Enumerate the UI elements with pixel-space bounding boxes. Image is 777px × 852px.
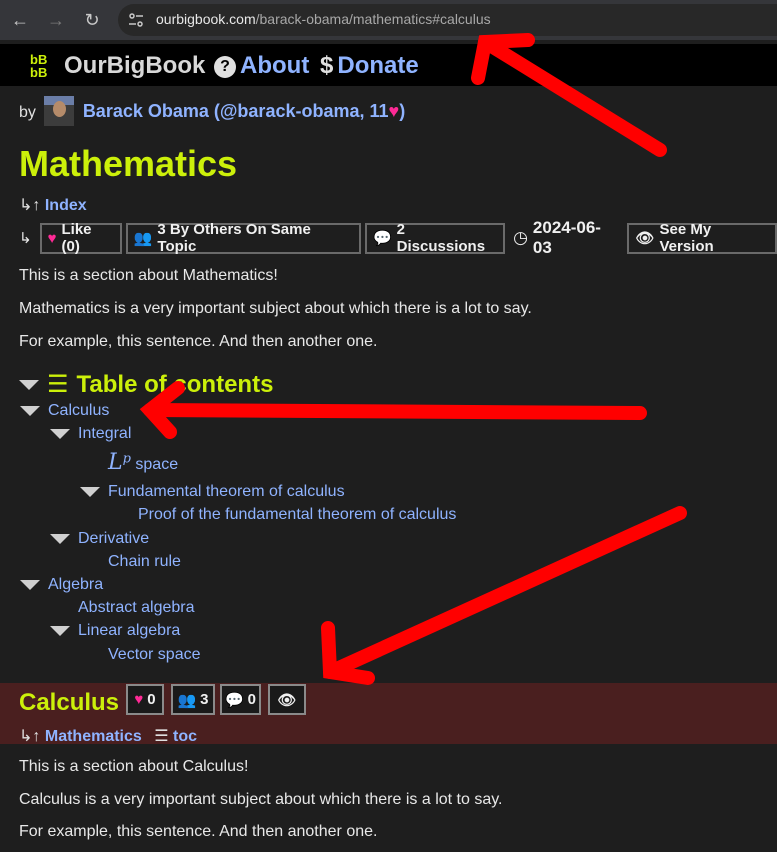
toc-item-calculus[interactable]: Calculus xyxy=(48,402,109,420)
donate-link[interactable]: $ Donate xyxy=(320,52,419,80)
eye-icon: 👁 xyxy=(635,230,655,247)
calc-others-button[interactable]: 👥 3 xyxy=(171,684,215,715)
parent-arrow-icon: ↳↑ xyxy=(19,728,41,745)
svg-text:b: b xyxy=(30,65,38,78)
forward-arrow-icon[interactable]: → xyxy=(44,8,68,32)
toc-item-proof-ftc[interactable]: Proof of the fundamental theorem of calc… xyxy=(138,506,456,524)
heart-icon: ♥ xyxy=(388,101,400,121)
url-text: ourbigbook.com/barack-obama/mathematics#… xyxy=(156,11,491,27)
eye-icon: 👁 xyxy=(277,691,297,709)
collapse-triangle-icon[interactable] xyxy=(50,626,70,636)
clock-icon: ◷ xyxy=(513,228,528,247)
by-label: by xyxy=(19,104,36,121)
collapse-triangle-icon[interactable] xyxy=(20,580,40,590)
toc-item-algebra[interactable]: Algebra xyxy=(48,576,103,594)
dollar-icon: $ xyxy=(320,52,334,79)
calc-like-button[interactable]: ♥ 0 xyxy=(126,684,164,715)
toc-heading[interactable]: ☰ Table of contents xyxy=(19,370,273,399)
site-info-icon[interactable] xyxy=(128,12,144,28)
users-icon: 👥 xyxy=(133,230,153,247)
comment-icon: 💬 xyxy=(372,230,392,247)
svg-text:B: B xyxy=(38,65,47,78)
toc-item-lp-space[interactable]: Lp space xyxy=(108,450,178,475)
byline: by Barack Obama (@barack-obama, 11♥) xyxy=(19,96,405,126)
ourbigbook-logo-icon[interactable]: b B b B xyxy=(30,52,58,78)
paragraph: For example, this sentence. And then ano… xyxy=(19,823,378,840)
toc-link[interactable]: ☰ toc xyxy=(154,728,197,745)
page-title: Mathematics xyxy=(19,143,238,184)
avatar[interactable] xyxy=(44,96,75,126)
comment-icon: 💬 xyxy=(224,691,244,709)
heart-icon: ♥ xyxy=(134,691,144,708)
paragraph: This is a section about Mathematics! xyxy=(19,267,278,284)
child-arrow-icon: ↳ xyxy=(19,230,32,247)
calc-see-version-button[interactable]: 👁 xyxy=(268,684,306,715)
collapse-triangle-icon[interactable] xyxy=(20,406,40,416)
others-topic-button[interactable]: 👥 3 By Others On Same Topic xyxy=(125,221,361,255)
index-link[interactable]: Index xyxy=(45,197,87,214)
back-arrow-icon[interactable]: ← xyxy=(8,8,32,32)
toc-item-chain-rule[interactable]: Chain rule xyxy=(108,553,181,571)
parent-arrow-icon: ↳↑ xyxy=(19,197,41,214)
like-button[interactable]: ♥ Like (0) xyxy=(39,221,122,255)
collapse-triangle-icon[interactable] xyxy=(50,534,70,544)
reload-icon[interactable]: ↻ xyxy=(80,8,104,32)
see-version-button[interactable]: 👁 See My Version xyxy=(627,221,777,255)
toc-item-abstract-algebra[interactable]: Abstract algebra xyxy=(78,599,195,617)
paragraph: Calculus is a very important subject abo… xyxy=(19,791,503,808)
parent-mathematics-link[interactable]: Mathematics xyxy=(45,728,142,745)
users-icon: 👥 xyxy=(177,691,197,709)
site-header: b B b B OurBigBook ? About $ Donate xyxy=(0,44,777,86)
list-icon: ☰ xyxy=(47,371,69,398)
parent-nav: ↳↑ Index xyxy=(19,195,87,215)
paragraph: For example, this sentence. And then ano… xyxy=(19,333,378,350)
action-bar: ↳ ♥ Like (0) 👥 3 By Others On Same Topic 💬… xyxy=(19,218,777,257)
toc-item-integral[interactable]: Integral xyxy=(78,425,131,443)
arrow-to-toc-calculus xyxy=(143,403,647,420)
collapse-triangle-icon[interactable] xyxy=(19,379,39,390)
list-icon: ☰ xyxy=(154,728,169,745)
address-bar[interactable]: ourbigbook.com/barack-obama/mathematics#… xyxy=(118,4,777,36)
calculus-nav: ↳↑ Mathematics ☰ toc xyxy=(19,726,205,746)
discussions-button[interactable]: 💬 2 Discussions xyxy=(364,221,506,255)
arrow-to-calculus-section-head xyxy=(321,621,375,685)
about-link[interactable]: ? About xyxy=(214,52,309,80)
toc-item-derivative[interactable]: Derivative xyxy=(78,530,149,548)
question-icon: ? xyxy=(214,56,236,78)
brand-link[interactable]: OurBigBook xyxy=(64,52,205,80)
calc-discussions-button[interactable]: 💬 0 xyxy=(220,684,261,715)
toc-item-linear-algebra[interactable]: Linear algebra xyxy=(78,622,180,640)
author-link[interactable]: Barack Obama (@barack-obama, 11♥) xyxy=(83,101,405,121)
date-label: ◷ 2024-06-03 xyxy=(513,218,601,257)
paragraph: This is a section about Calculus! xyxy=(19,758,249,775)
collapse-triangle-icon[interactable] xyxy=(50,429,70,439)
paragraph: Mathematics is a very important subject … xyxy=(19,300,532,317)
section-title-calculus[interactable]: Calculus xyxy=(19,689,119,717)
collapse-triangle-icon[interactable] xyxy=(80,487,100,497)
heart-icon: ♥ xyxy=(47,229,57,247)
browser-toolbar: ← → ↻ ourbigbook.com/barack-obama/mathem… xyxy=(0,0,777,40)
arrow-to-calculus-section xyxy=(323,506,687,679)
toc-item-ftc[interactable]: Fundamental theorem of calculus xyxy=(108,483,345,501)
toc-item-vector-space[interactable]: Vector space xyxy=(108,646,201,664)
